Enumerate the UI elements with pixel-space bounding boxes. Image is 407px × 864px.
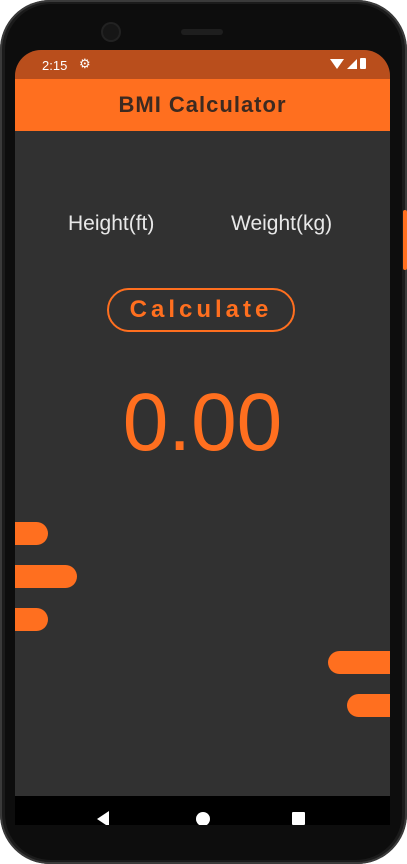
decor-pill-left-3 <box>15 608 48 631</box>
navigation-bar <box>15 796 390 825</box>
decor-pill-left-1 <box>15 522 48 545</box>
decor-pill-right-1 <box>328 651 390 674</box>
wifi-icon <box>330 58 344 69</box>
gear-icon: ⚙ <box>79 56 91 71</box>
app-screen: 2:15 ⚙ BMI Calculator Height(ft) Weight(… <box>15 50 390 825</box>
app-bar: BMI Calculator <box>15 79 390 131</box>
camera <box>103 24 119 40</box>
decor-pill-left-2 <box>15 565 77 588</box>
weight-label: Weight(kg) <box>231 212 333 235</box>
phone-frame: 2:15 ⚙ BMI Calculator Height(ft) Weight(… <box>0 0 407 864</box>
calculate-button[interactable]: Calculate <box>107 288 295 332</box>
bmi-result: 0.00 <box>122 377 283 468</box>
back-icon[interactable] <box>97 811 109 825</box>
signal-icon <box>347 58 357 69</box>
speaker <box>181 29 223 35</box>
app-title: BMI Calculator <box>118 92 287 117</box>
decor-pill-right-2 <box>347 694 390 717</box>
height-label: Height(ft) <box>68 212 155 235</box>
volume-button[interactable] <box>403 210 407 270</box>
recents-icon[interactable] <box>292 812 305 825</box>
status-icons <box>330 58 366 69</box>
battery-icon <box>360 58 366 69</box>
status-time: 2:15 <box>42 58 68 73</box>
home-icon[interactable] <box>196 812 210 825</box>
status-bar: 2:15 ⚙ <box>15 50 390 79</box>
